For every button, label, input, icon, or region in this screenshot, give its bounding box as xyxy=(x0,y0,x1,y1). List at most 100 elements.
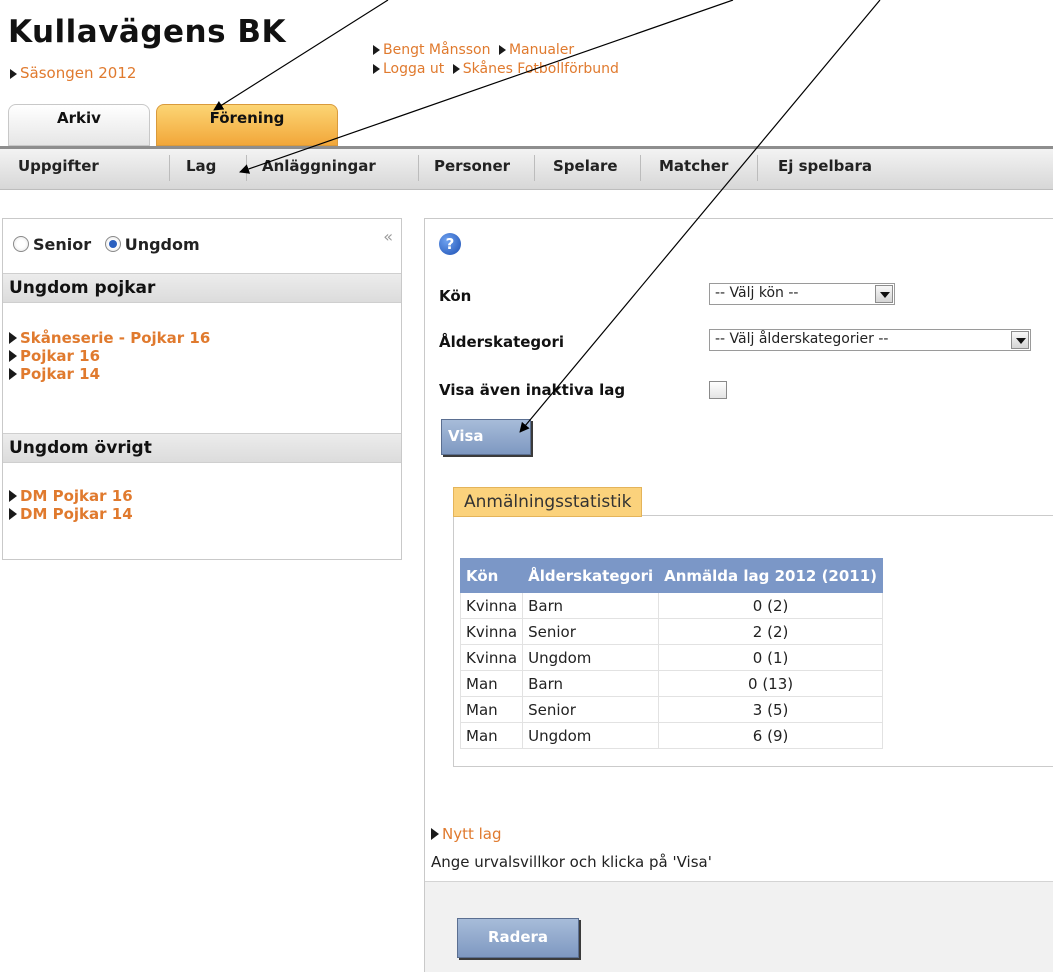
sidebar-item-skaneserie-pojkar-16[interactable]: Skåneserie - Pojkar 16 xyxy=(9,329,210,347)
sidebar: Senior Ungdom « Ungdom pojkar Skåneserie… xyxy=(2,218,402,560)
table-cell: Man xyxy=(459,722,524,749)
triangle-bullet-icon xyxy=(9,332,17,344)
triangle-bullet-icon xyxy=(431,828,439,840)
table-cell: 2 (2) xyxy=(658,618,884,645)
main-navbar: Uppgifter Lag Anläggningar Personer Spel… xyxy=(0,146,1053,190)
table-row: Kvinna Barn 0 (2) xyxy=(459,592,884,619)
table-cell: 0 (1) xyxy=(658,644,884,671)
nav-ej-spelbara[interactable]: Ej spelbara xyxy=(778,157,872,175)
table-cell: Man xyxy=(459,670,524,697)
table-row: Man Ungdom 6 (9) xyxy=(459,722,884,749)
table-cell: Kvinna xyxy=(459,592,524,619)
nav-uppgifter[interactable]: Uppgifter xyxy=(18,157,99,175)
nav-anlaggningar[interactable]: Anläggningar xyxy=(262,157,376,175)
gender-label: Kön xyxy=(439,287,472,305)
triangle-bullet-icon xyxy=(373,64,380,74)
radio-ungdom[interactable] xyxy=(104,236,121,252)
sidebar-item-label: DM Pojkar 14 xyxy=(20,505,133,523)
nav-separator xyxy=(534,155,535,181)
gender-select[interactable]: -- Välj kön -- xyxy=(709,283,895,305)
nav-separator xyxy=(757,155,758,181)
sidebar-item-pojkar-16[interactable]: Pojkar 16 xyxy=(9,347,210,365)
table-cell: Kvinna xyxy=(459,644,524,671)
radera-button[interactable]: Radera xyxy=(457,918,579,958)
table-row: Man Senior 3 (5) xyxy=(459,696,884,723)
nav-spelare[interactable]: Spelare xyxy=(553,157,618,175)
site-title: Kullavägens BK xyxy=(8,14,287,50)
table-cell: 6 (9) xyxy=(658,722,884,749)
registration-stats-table: Kön Ålderskategori Anmälda lag 2012 (201… xyxy=(459,558,884,749)
table-row: Man Barn 0 (13) xyxy=(459,670,884,697)
table-row: Kvinna Senior 2 (2) xyxy=(459,618,884,645)
table-cell: 0 (13) xyxy=(658,670,884,697)
action-area: Radera xyxy=(425,881,1053,972)
category-radio-group: Senior Ungdom xyxy=(13,235,200,254)
column-header: Anmälda lag 2012 (2011) xyxy=(658,558,884,593)
sidebar-item-dm-pojkar-14[interactable]: DM Pojkar 14 xyxy=(9,505,133,523)
table-cell: Barn xyxy=(522,592,660,619)
triangle-bullet-icon xyxy=(452,64,460,74)
radio-senior-label[interactable]: Senior xyxy=(33,235,91,254)
nav-personer[interactable]: Personer xyxy=(434,157,510,175)
chevron-down-icon[interactable] xyxy=(875,285,893,303)
tab-arkiv[interactable]: Arkiv xyxy=(8,104,150,146)
group-list-ungdom-pojkar: Skåneserie - Pojkar 16 Pojkar 16 Pojkar … xyxy=(9,329,210,383)
table-cell: Senior xyxy=(522,696,660,723)
triangle-bullet-icon xyxy=(9,350,17,362)
registration-stats-legend: Anmälningsstatistik xyxy=(453,487,643,517)
nav-separator xyxy=(169,155,170,181)
age-category-select[interactable]: -- Välj ålderskategorier -- xyxy=(709,329,1031,351)
help-icon[interactable]: ? xyxy=(439,233,461,255)
registration-stats-fieldset: Kön Ålderskategori Anmälda lag 2012 (201… xyxy=(453,515,1053,767)
table-cell: Barn xyxy=(522,670,660,697)
sidebar-item-label: Skåneserie - Pojkar 16 xyxy=(20,329,211,347)
tab-forening[interactable]: Förening xyxy=(156,104,338,146)
new-team-label: Nytt lag xyxy=(442,825,502,843)
nav-matcher[interactable]: Matcher xyxy=(659,157,728,175)
sidebar-item-label: DM Pojkar 16 xyxy=(20,487,133,505)
user-link[interactable]: Bengt Månsson xyxy=(383,42,490,58)
sidebar-item-pojkar-14[interactable]: Pojkar 14 xyxy=(9,365,210,383)
table-cell: Ungdom xyxy=(522,722,660,749)
season-link[interactable]: Säsongen 2012 xyxy=(10,64,136,82)
table-row: Kvinna Ungdom 0 (1) xyxy=(459,644,884,671)
table-cell: Man xyxy=(459,696,524,723)
visa-button[interactable]: Visa xyxy=(441,419,531,455)
radio-ungdom-label[interactable]: Ungdom xyxy=(125,235,200,254)
nav-separator xyxy=(640,155,641,181)
header-links: Bengt Månsson Manualer Logga ut Skånes F… xyxy=(373,41,623,79)
manuals-link[interactable]: Manualer xyxy=(509,42,574,58)
new-team-link[interactable]: Nytt lag xyxy=(431,825,502,843)
triangle-bullet-icon xyxy=(498,45,506,55)
age-category-select-value: -- Välj ålderskategorier -- xyxy=(715,331,889,347)
season-label: Säsongen 2012 xyxy=(20,64,137,82)
logout-link[interactable]: Logga ut xyxy=(383,61,444,77)
sidebar-item-dm-pojkar-16[interactable]: DM Pojkar 16 xyxy=(9,487,133,505)
collapse-sidebar-icon[interactable]: « xyxy=(383,227,393,246)
radio-senior[interactable] xyxy=(13,236,29,252)
column-header: Ålderskategori xyxy=(522,558,660,593)
nav-separator xyxy=(418,155,419,181)
triangle-bullet-icon xyxy=(9,490,17,502)
sidebar-item-label: Pojkar 16 xyxy=(20,347,101,365)
sidebar-item-label: Pojkar 14 xyxy=(20,365,101,383)
chevron-down-icon[interactable] xyxy=(1011,331,1029,349)
main-panel: ? Kön -- Välj kön -- Ålderskategori -- V… xyxy=(424,218,1053,972)
table-cell: Senior xyxy=(522,618,660,645)
inactive-teams-label: Visa även inaktiva lag xyxy=(439,381,626,399)
nav-separator xyxy=(246,155,247,181)
instruction-text: Ange urvalsvillkor och klicka på 'Visa' xyxy=(431,853,712,871)
triangle-bullet-icon xyxy=(10,69,17,79)
table-cell: Kvinna xyxy=(459,618,524,645)
federation-link[interactable]: Skånes Fotbollförbund xyxy=(463,61,619,77)
nav-lag[interactable]: Lag xyxy=(186,157,216,175)
group-header-ungdom-ovrigt: Ungdom övrigt xyxy=(3,433,401,463)
column-header: Kön xyxy=(459,558,524,593)
group-list-ungdom-ovrigt: DM Pojkar 16 DM Pojkar 14 xyxy=(9,487,133,523)
group-header-ungdom-pojkar: Ungdom pojkar xyxy=(3,273,401,303)
triangle-bullet-icon xyxy=(373,45,380,55)
triangle-bullet-icon xyxy=(9,368,17,380)
table-cell: 3 (5) xyxy=(658,696,884,723)
inactive-teams-checkbox[interactable] xyxy=(709,381,727,399)
age-category-label: Ålderskategori xyxy=(439,333,565,351)
